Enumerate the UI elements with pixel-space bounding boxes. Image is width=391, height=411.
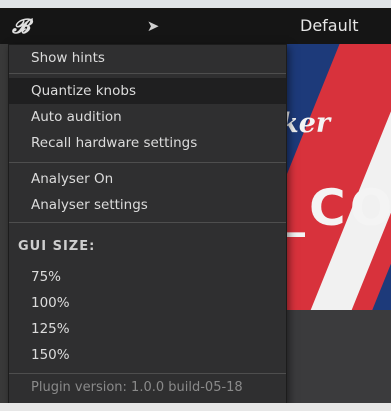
menu-item-quantize-knobs[interactable]: Quantize knobs [9, 78, 286, 104]
preset-name[interactable]: Default [300, 8, 391, 44]
gui-size-100[interactable]: 100% [9, 290, 286, 316]
gui-size-150[interactable]: 150% [9, 342, 286, 368]
menu-item-analyser-on[interactable]: Analyser On [9, 166, 286, 192]
gui-size-header: GUI SIZE: [18, 239, 96, 254]
back-arrow-icon[interactable]: ➤ [143, 8, 163, 44]
menu-item-recall-hardware-settings[interactable]: Recall hardware settings [9, 130, 286, 156]
b-logo-icon[interactable]: 𝓑 [12, 8, 36, 44]
menu-separator [9, 222, 286, 223]
gui-size-125[interactable]: 125% [9, 316, 286, 342]
menu-separator [9, 162, 286, 163]
artwork-letters: _CO [280, 179, 391, 237]
bottom-edge [0, 403, 391, 411]
menu-item-auto-audition[interactable]: Auto audition [9, 104, 286, 130]
menu-separator [9, 73, 286, 74]
settings-menu: Show hints Quantize knobs Auto audition … [8, 44, 287, 405]
gui-size-75[interactable]: 75% [9, 264, 286, 290]
menu-item-analyser-settings[interactable]: Analyser settings [9, 192, 286, 218]
plugin-version-text: Plugin version: 1.0.0 build-05-18 [31, 380, 243, 395]
brand-wordmark: ker [280, 108, 331, 139]
menu-item-show-hints[interactable]: Show hints [9, 45, 286, 71]
